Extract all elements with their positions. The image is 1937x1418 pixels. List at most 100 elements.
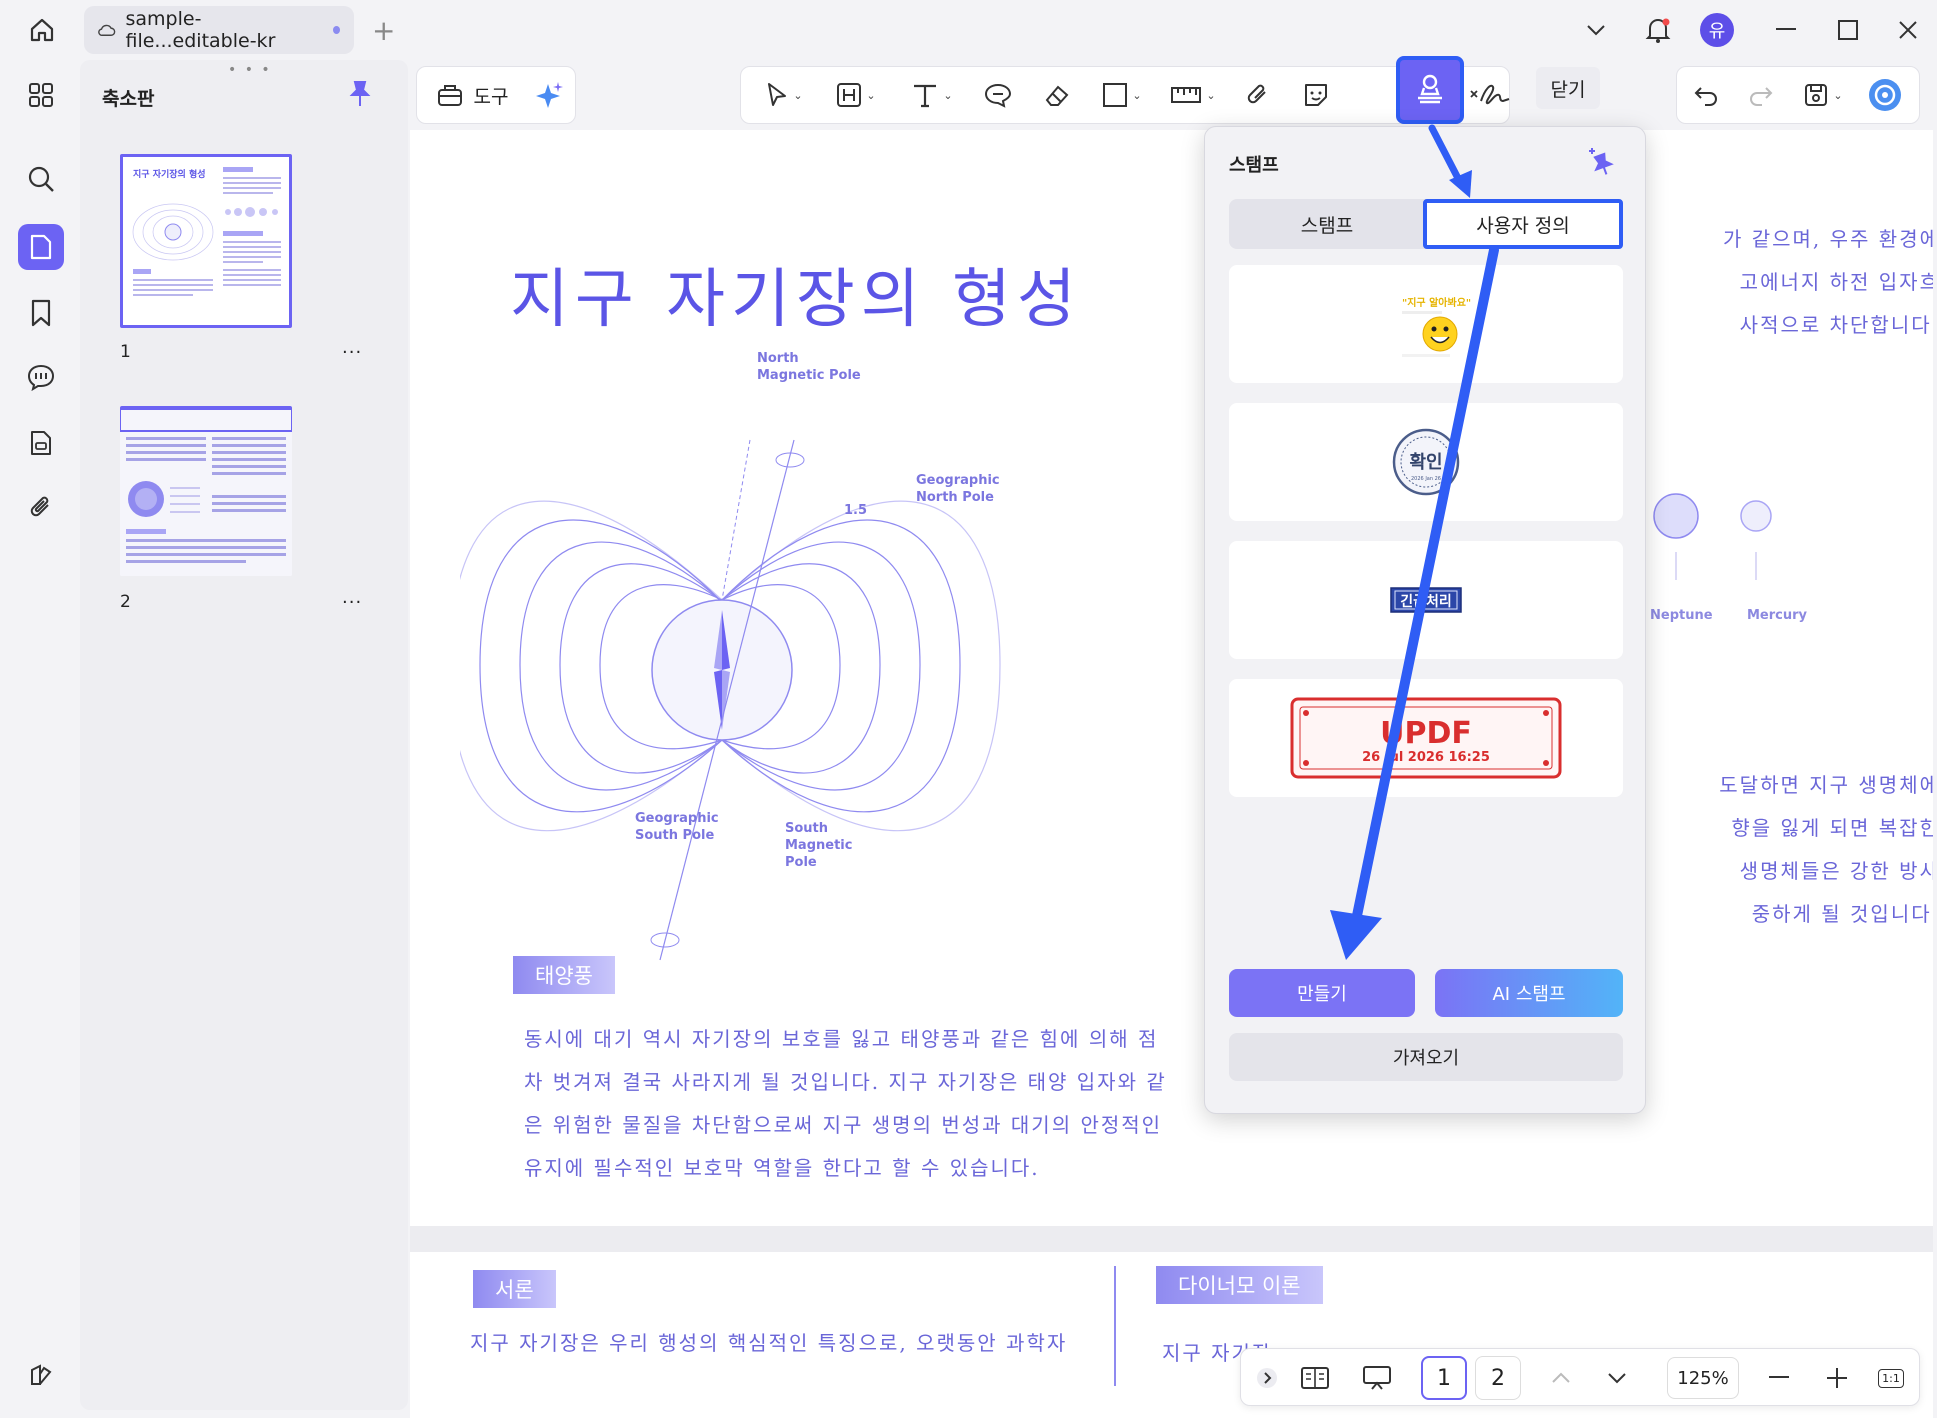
close-toolbar-button[interactable]: 닫기	[1536, 67, 1600, 109]
pin-icon[interactable]	[348, 80, 372, 112]
signature-icon	[1470, 84, 1510, 105]
thumbnail-panel: • • • 축소판 지구 자기장의 형성 1 ··· 2 ···	[80, 60, 408, 1410]
form-field-icon[interactable]	[18, 420, 64, 466]
stamp-item-confirm[interactable]: 확인 2026 Jan 26	[1229, 403, 1623, 521]
stamp-tool-button[interactable]	[1396, 56, 1464, 124]
page-button-2[interactable]: 2	[1475, 1356, 1521, 1400]
stamp-panel-title: 스탬프	[1229, 155, 1279, 176]
section-tag-solar-wind: 태양풍	[513, 956, 615, 994]
rectangle-icon	[1103, 83, 1128, 107]
highlight-tool[interactable]: ⌄	[817, 66, 895, 124]
minimize-icon[interactable]	[1764, 10, 1808, 50]
tools-button[interactable]: 도구	[417, 66, 527, 124]
new-tab-button[interactable]: +	[372, 14, 395, 47]
stamp-item-urgent[interactable]: 긴급처리	[1229, 541, 1623, 659]
select-tool[interactable]: ⌄	[751, 66, 817, 124]
svg-text:26 Jul 2026 16:25: 26 Jul 2026 16:25	[1362, 750, 1490, 765]
document-tab[interactable]: sample-file...editable-kr	[84, 6, 354, 54]
bookmark-icon[interactable]	[18, 290, 64, 336]
actual-size-button[interactable]: 1:1	[1873, 1349, 1909, 1407]
actual-size-label: 1:1	[1878, 1368, 1904, 1388]
svg-text:지구 자기장의 형성: 지구 자기장의 형성	[133, 168, 206, 180]
page-1: 지구 자기장의 형성 North Magnetic Pole Geographi…	[410, 130, 1933, 1226]
user-avatar[interactable]: 유	[1700, 13, 1734, 47]
panel-title: 축소판	[102, 88, 155, 110]
right-paragraph-top: 가 같으며, 우주 환경에 고에너지 하전 입자흐 사적으로 차단합니다.	[1722, 227, 1933, 337]
toolbox-icon	[437, 85, 462, 106]
ai-stamp-button[interactable]: AI 스탬프	[1435, 969, 1623, 1017]
page-thumbnail-2[interactable]	[120, 406, 292, 576]
history-group: ⌄	[1676, 66, 1920, 124]
maximize-icon[interactable]	[1826, 10, 1870, 50]
page-more-button-2[interactable]: ···	[342, 592, 362, 613]
tab-stamp[interactable]: 스탬프	[1229, 199, 1425, 249]
comment-tool[interactable]	[969, 66, 1027, 124]
panel-grip[interactable]: • • •	[228, 62, 272, 78]
theme-icon[interactable]	[18, 1352, 64, 1398]
intro-paragraph: 지구 자기장은 우리 행성의 핵심적인 특징으로, 오랫동안 과학자	[470, 1331, 1068, 1355]
svg-text:긴급처리: 긴급처리	[1400, 593, 1452, 610]
redo-icon[interactable]	[1735, 66, 1787, 124]
tab-title: sample-file...editable-kr	[125, 8, 276, 52]
right-paragraph-bottom: 도달하면 지구 생명체에 향을 잃게 되면 복잡한 생명체들은 강한 방사 중하…	[1719, 773, 1933, 926]
text-tool[interactable]: ⌄	[895, 66, 969, 124]
create-stamp-button[interactable]: 만들기	[1229, 969, 1415, 1017]
attach-tool[interactable]	[1229, 66, 1287, 124]
stamp-tabs: 스탬프 사용자 정의	[1229, 199, 1623, 249]
south-magnetic-pole-label: South Magnetic Pole	[785, 821, 853, 870]
collapse-nav-icon[interactable]	[1253, 1349, 1281, 1407]
sticker-tool[interactable]	[1287, 66, 1345, 124]
page-number-2: 2	[120, 592, 131, 612]
home-icon[interactable]	[22, 12, 62, 48]
stamp-item-emoji[interactable]: "지구 알아봐요"	[1229, 265, 1623, 383]
page-more-button-1[interactable]: ···	[342, 342, 362, 363]
save-menu[interactable]: ⌄	[1787, 66, 1859, 124]
geographic-south-pole-label: Geographic South Pole	[635, 811, 719, 843]
left-rail	[0, 60, 80, 1418]
ai-sparkle-icon[interactable]	[527, 66, 571, 124]
tab-custom[interactable]: 사용자 정의	[1423, 199, 1623, 249]
thumbnails-icon[interactable]	[18, 224, 64, 270]
title-bar: sample-file...editable-kr + 유	[0, 0, 1937, 60]
bell-icon[interactable]	[1636, 10, 1680, 50]
svg-text:UPDF: UPDF	[1380, 716, 1472, 751]
column-divider	[1114, 1266, 1116, 1386]
presentation-icon[interactable]	[1353, 1349, 1401, 1407]
signature-tool[interactable]	[1468, 76, 1512, 112]
comment-icon[interactable]	[18, 354, 64, 400]
measure-tool[interactable]: ⌄	[1157, 66, 1229, 124]
angle-label: 1.5	[844, 503, 868, 518]
solar-wind-paragraph: 동시에 대기 역시 자기장의 보호를 잃고 태양풍과 같은 힘에 의해 점 차 …	[524, 1027, 1167, 1180]
highlight-icon	[837, 83, 862, 107]
text-icon	[914, 84, 937, 108]
shape-tool[interactable]: ⌄	[1087, 66, 1157, 124]
grid-apps-icon[interactable]	[18, 72, 64, 118]
zoom-in-icon[interactable]	[1817, 1349, 1857, 1407]
undo-icon[interactable]	[1677, 66, 1735, 124]
zoom-level[interactable]: 125%	[1667, 1357, 1739, 1399]
stamp-item-updf[interactable]: UPDF 26 Jul 2026 16:25	[1229, 679, 1623, 797]
previous-page-icon[interactable]	[1541, 1349, 1581, 1407]
page-layout-icon[interactable]	[1291, 1349, 1339, 1407]
page-thumbnail-1[interactable]: 지구 자기장의 형성	[120, 154, 292, 328]
pin-panel-icon[interactable]	[1583, 147, 1617, 181]
svg-text:확인: 확인	[1409, 452, 1442, 473]
section-tag-dynamo: 다이너모 이론	[1156, 1266, 1323, 1304]
search-icon[interactable]	[18, 156, 64, 202]
page-navigation-bar: 1 2 125% 1:1	[1240, 1348, 1920, 1406]
svg-text:2026 Jan 26: 2026 Jan 26	[1411, 476, 1441, 482]
page-number-1: 1	[120, 342, 131, 362]
zoom-out-icon[interactable]	[1759, 1349, 1799, 1407]
next-page-icon[interactable]	[1597, 1349, 1637, 1407]
planet-row	[1653, 493, 1772, 580]
section-tag-intro: 서론	[473, 1270, 556, 1308]
import-stamp-button[interactable]: 가져오기	[1229, 1033, 1623, 1081]
document-viewport[interactable]: 지구 자기장의 형성 North Magnetic Pole Geographi…	[410, 130, 1933, 1418]
eraser-tool[interactable]	[1027, 66, 1087, 124]
page-button-1[interactable]: 1	[1421, 1356, 1467, 1400]
svg-text:"지구 알아봐요": "지구 알아봐요"	[1402, 296, 1471, 309]
attachment-icon[interactable]	[18, 484, 64, 530]
close-window-icon[interactable]	[1886, 10, 1930, 50]
ai-assistant-icon[interactable]	[1859, 66, 1911, 124]
chevron-down-icon[interactable]	[1574, 10, 1618, 50]
